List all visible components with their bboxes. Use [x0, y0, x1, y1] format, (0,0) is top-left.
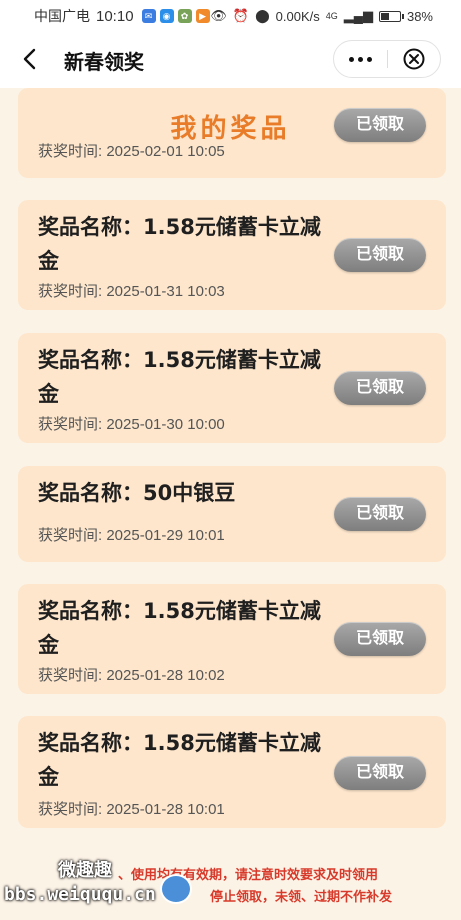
- prize-time: 获奖时间: 2025-01-29 10:01: [38, 524, 225, 545]
- claimed-button[interactable]: 已领取: [334, 622, 426, 656]
- prize-time: 获奖时间: 2025-01-30 10:00: [38, 413, 225, 434]
- location-icon: ⬤: [255, 8, 270, 23]
- prize-time-label: 获奖时间:: [38, 143, 107, 160]
- page-title: 我的奖品: [170, 114, 291, 144]
- prize-name: 奖品名称：1.58元储蓄卡立减金: [38, 726, 328, 794]
- prize-name-label: 奖品名称：: [38, 731, 143, 755]
- prize-time: 获奖时间: 2025-01-31 10:03: [38, 280, 225, 301]
- watermark-title: 微趣趣: [58, 860, 112, 880]
- claimed-button[interactable]: 已领取: [334, 497, 426, 531]
- prize-card: 奖品名称：1.58元储蓄卡立减金 已领取 获奖时间: 2025-01-30 10…: [18, 333, 446, 443]
- claimed-button[interactable]: 已领取: [334, 371, 426, 405]
- watermark-logo-icon: [160, 874, 192, 904]
- more-dot-icon: [367, 56, 372, 62]
- close-button[interactable]: [388, 41, 440, 77]
- status-bar-right: 👁 ⏰ ⬤ 0.00K/s 4G ▂▄▆ 38%: [210, 8, 433, 24]
- game-notification-icon: ✿: [177, 9, 192, 23]
- battery-icon: [378, 10, 404, 22]
- nav-title: 新春领奖: [64, 52, 144, 74]
- eye-icon: 👁: [210, 8, 227, 23]
- nav-bar: 新春领奖: [0, 32, 461, 88]
- prize-time-value: 2025-01-30 10:00: [106, 416, 225, 433]
- network-type: 4G: [325, 11, 338, 21]
- prize-card: 奖品名称：1.58元储蓄卡立减金 已领取 获奖时间: 2025-01-28 10…: [18, 716, 446, 828]
- prize-name-label: 奖品名称：: [38, 481, 143, 505]
- prize-time-value: 2025-01-28 10:02: [106, 667, 225, 684]
- watermark-url: bbs.weiququ.cn: [4, 884, 156, 905]
- prize-name: 奖品名称：1.58元储蓄卡立减金: [38, 210, 328, 278]
- qq-notification-icon: ◉: [159, 9, 174, 23]
- prize-time-value: 2025-01-29 10:01: [106, 527, 225, 544]
- prize-name-value: 50中银豆: [143, 481, 236, 505]
- app-notification-icon: ✉: [141, 9, 156, 23]
- watermark: 微趣趣 bbs.weiququ.cn: [0, 852, 200, 920]
- claimed-button[interactable]: 已领取: [334, 238, 426, 272]
- back-button[interactable]: [14, 44, 44, 74]
- prize-time-label: 获奖时间:: [38, 667, 107, 684]
- prize-time-value: 2025-01-28 10:01: [106, 801, 225, 818]
- status-bar: 中国广电 10:10 ✉ ◉ ✿ ▶ 👁 ⏰ ⬤ 0.00K/s 4G ▂▄▆ …: [0, 0, 461, 32]
- close-circle-icon: [403, 48, 425, 70]
- prize-card: 奖品名称：1.58元储蓄卡立减金 已领取 获奖时间: 2025-01-31 10…: [18, 200, 446, 310]
- status-time: 10:10: [96, 7, 134, 25]
- status-bar-left: 中国广电 10:10 ✉ ◉ ✿ ▶: [34, 6, 210, 26]
- prize-time-label: 获奖时间:: [38, 283, 107, 300]
- prize-card: 奖品名称：1.58元储蓄卡立减金 已领取 获奖时间: 2025-01-28 10…: [18, 584, 446, 694]
- more-dot-icon: [349, 56, 354, 62]
- prize-time-value: 2025-01-31 10:03: [106, 283, 225, 300]
- chevron-left-icon: [23, 48, 36, 70]
- prize-time-label: 获奖时间:: [38, 527, 107, 544]
- prize-name: 奖品名称：50中银豆: [38, 476, 328, 510]
- prize-time-value: 2025-02-01 10:05: [106, 143, 225, 160]
- prize-time-label: 获奖时间:: [38, 801, 107, 818]
- prize-name: 奖品名称：1.58元储蓄卡立减金: [38, 594, 328, 662]
- carrier-name: 中国广电: [34, 8, 90, 24]
- prize-card: 奖品名称：50中银豆 已领取 获奖时间: 2025-01-29 10:01: [18, 466, 446, 562]
- alarm-icon: ⏰: [232, 8, 250, 23]
- mini-program-capsule: [333, 40, 441, 78]
- prize-time: 获奖时间: 2025-01-28 10:01: [38, 798, 225, 819]
- claimed-button[interactable]: 已领取: [334, 756, 426, 790]
- prize-name-label: 奖品名称：: [38, 599, 143, 623]
- prize-name: 奖品名称：1.58元储蓄卡立减金: [38, 343, 328, 411]
- battery-percent: 38%: [406, 8, 433, 24]
- more-dot-icon: [358, 56, 363, 62]
- prize-name-label: 奖品名称：: [38, 215, 143, 239]
- net-speed: 0.00K/s: [275, 8, 320, 24]
- prize-name-label: 奖品名称：: [38, 348, 143, 372]
- prize-time-label: 获奖时间:: [38, 416, 107, 433]
- more-button[interactable]: [334, 41, 387, 77]
- signal-icon: ▂▄▆: [343, 8, 373, 23]
- prize-time: 获奖时间: 2025-01-28 10:02: [38, 664, 225, 685]
- video-notification-icon: ▶: [195, 9, 210, 23]
